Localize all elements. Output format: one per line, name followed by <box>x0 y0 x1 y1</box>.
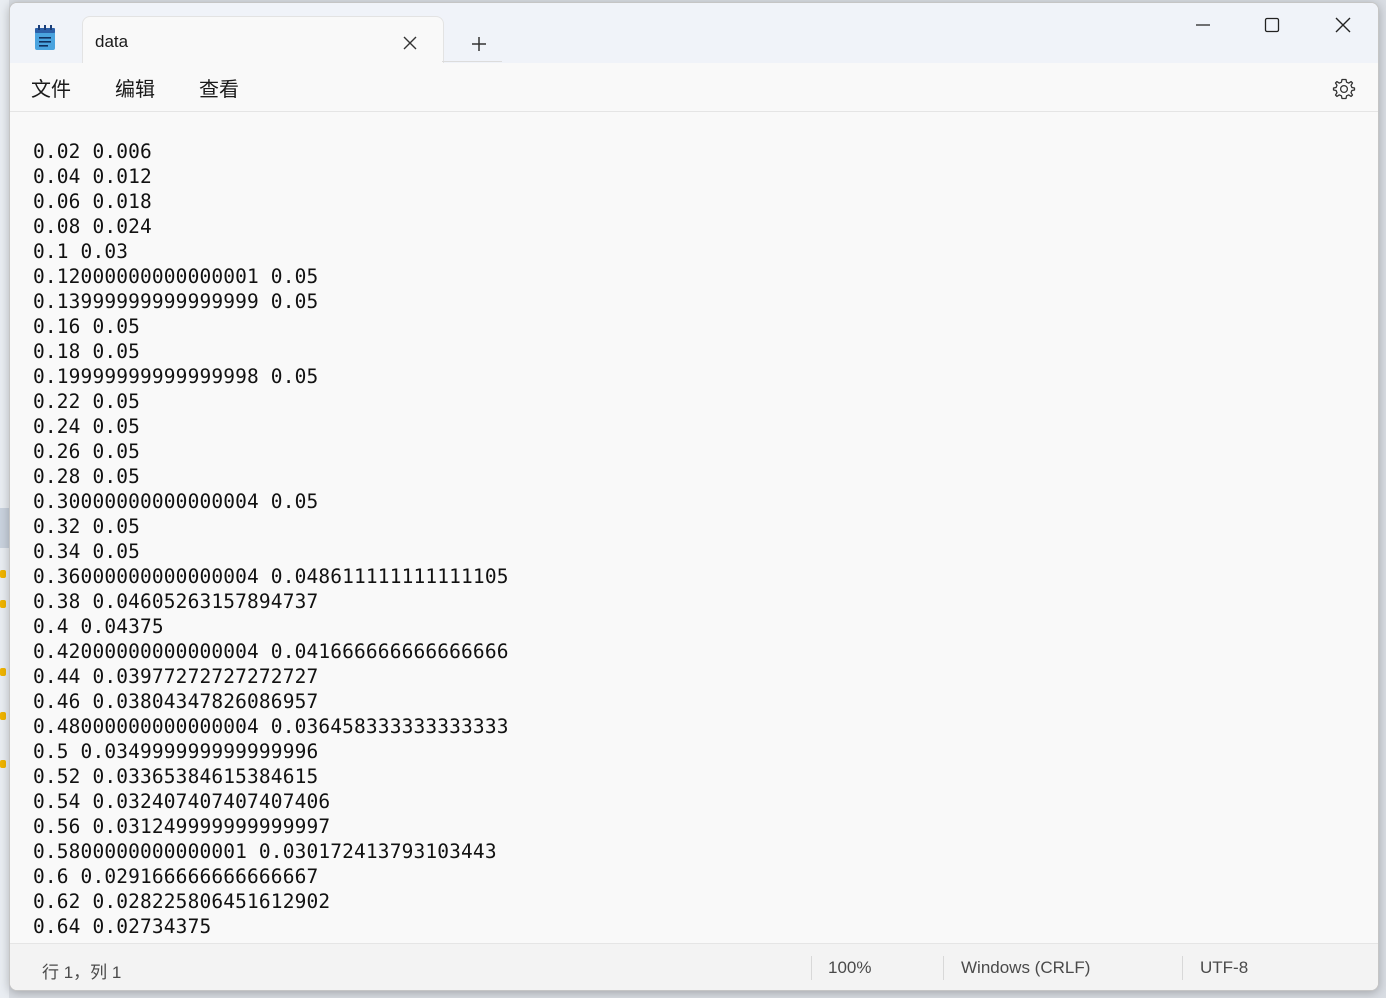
background-window-edge <box>0 0 9 998</box>
encoding[interactable]: UTF-8 <box>1200 958 1248 978</box>
status-bar: 行 1，列 1 100% Windows (CRLF) UTF-8 <box>10 943 1378 990</box>
tab-data[interactable]: data <box>82 16 444 65</box>
close-icon <box>403 36 417 50</box>
cursor-position: 行 1，列 1 <box>42 963 122 982</box>
close-window-button[interactable] <box>1320 7 1366 43</box>
text-line: 0.32 0.05 <box>33 515 141 538</box>
plus-icon <box>472 37 486 51</box>
new-tab-button[interactable] <box>462 27 496 61</box>
text-line: 0.04 0.012 <box>33 165 152 188</box>
text-line: 0.62 0.028225806451612902 <box>33 890 331 913</box>
text-editor[interactable]: 0.02 0.006 0.04 0.012 0.06 0.018 0.08 0.024… <box>10 112 1378 942</box>
text-line: 0.30000000000000004 0.05 <box>33 490 319 513</box>
text-line: 0.5 0.034999999999999996 <box>33 740 319 763</box>
menu-view[interactable]: 查看 <box>199 73 239 102</box>
text-line: 0.38 0.04605263157894737 <box>33 590 319 613</box>
background-star-icon <box>0 570 6 578</box>
menu-file[interactable]: 文件 <box>31 73 71 102</box>
title-bar: data <box>10 3 1378 65</box>
text-line: 0.24 0.05 <box>33 415 141 438</box>
background-star-icon <box>0 760 6 768</box>
background-star-icon <box>0 668 6 676</box>
text-line: 0.52 0.03365384615384615 <box>33 765 319 788</box>
text-line: 0.42000000000000004 0.041666666666666666 <box>33 640 509 663</box>
close-tab-button[interactable] <box>398 31 422 55</box>
close-icon <box>1335 17 1351 33</box>
text-line: 0.18 0.05 <box>33 340 141 363</box>
settings-button[interactable] <box>1326 73 1362 105</box>
text-line: 0.13999999999999999 0.05 <box>33 290 319 313</box>
text-line: 0.54 0.032407407407407406 <box>33 790 331 813</box>
maximize-button[interactable] <box>1249 7 1295 43</box>
text-line: 0.02 0.006 <box>33 140 152 163</box>
text-line: 0.5800000000000001 0.030172413793103443 <box>33 840 497 863</box>
text-line: 0.6 0.029166666666666667 <box>33 865 319 888</box>
text-line: 0.12000000000000001 0.05 <box>33 265 319 288</box>
minimize-button[interactable] <box>1180 7 1226 43</box>
tab-strip-divider <box>442 61 502 62</box>
text-line: 0.26 0.05 <box>33 440 141 463</box>
text-line: 0.06 0.018 <box>33 190 152 213</box>
status-divider <box>1182 956 1183 980</box>
text-line: 0.16 0.05 <box>33 315 141 338</box>
menu-edit[interactable]: 编辑 <box>115 73 155 102</box>
notepad-window: data 文件 编辑 查看 0.02 0.006 0.04 0.012 0.06… <box>9 2 1379 991</box>
text-line: 0.1 0.03 <box>33 240 129 263</box>
text-line: 0.22 0.05 <box>33 390 141 413</box>
text-line: 0.44 0.03977272727272727 <box>33 665 319 688</box>
text-line: 0.34 0.05 <box>33 540 141 563</box>
text-line: 0.36000000000000004 0.048611111111111105 <box>33 565 509 588</box>
background-star-icon <box>0 712 6 720</box>
line-ending[interactable]: Windows (CRLF) <box>961 958 1090 978</box>
zoom-level[interactable]: 100% <box>828 958 871 978</box>
status-divider <box>811 956 812 980</box>
text-line: 0.64 0.02734375 <box>33 915 212 938</box>
menu-bar: 文件 编辑 查看 <box>10 63 1378 112</box>
maximize-icon <box>1264 17 1280 33</box>
text-line: 0.19999999999999998 0.05 <box>33 365 319 388</box>
background-band <box>0 508 9 548</box>
tab-title: data <box>95 32 129 51</box>
text-line: 0.28 0.05 <box>33 465 141 488</box>
notepad-icon <box>34 25 56 51</box>
text-line: 0.4 0.04375 <box>33 615 164 638</box>
status-divider <box>943 956 944 980</box>
text-line: 0.56 0.031249999999999997 <box>33 815 331 838</box>
text-line: 0.08 0.024 <box>33 215 152 238</box>
text-line: 0.48000000000000004 0.036458333333333333 <box>33 715 509 738</box>
text-line: 0.46 0.03804347826086957 <box>33 690 319 713</box>
background-star-icon <box>0 600 6 608</box>
gear-icon <box>1332 78 1356 100</box>
minimize-icon <box>1196 24 1210 26</box>
